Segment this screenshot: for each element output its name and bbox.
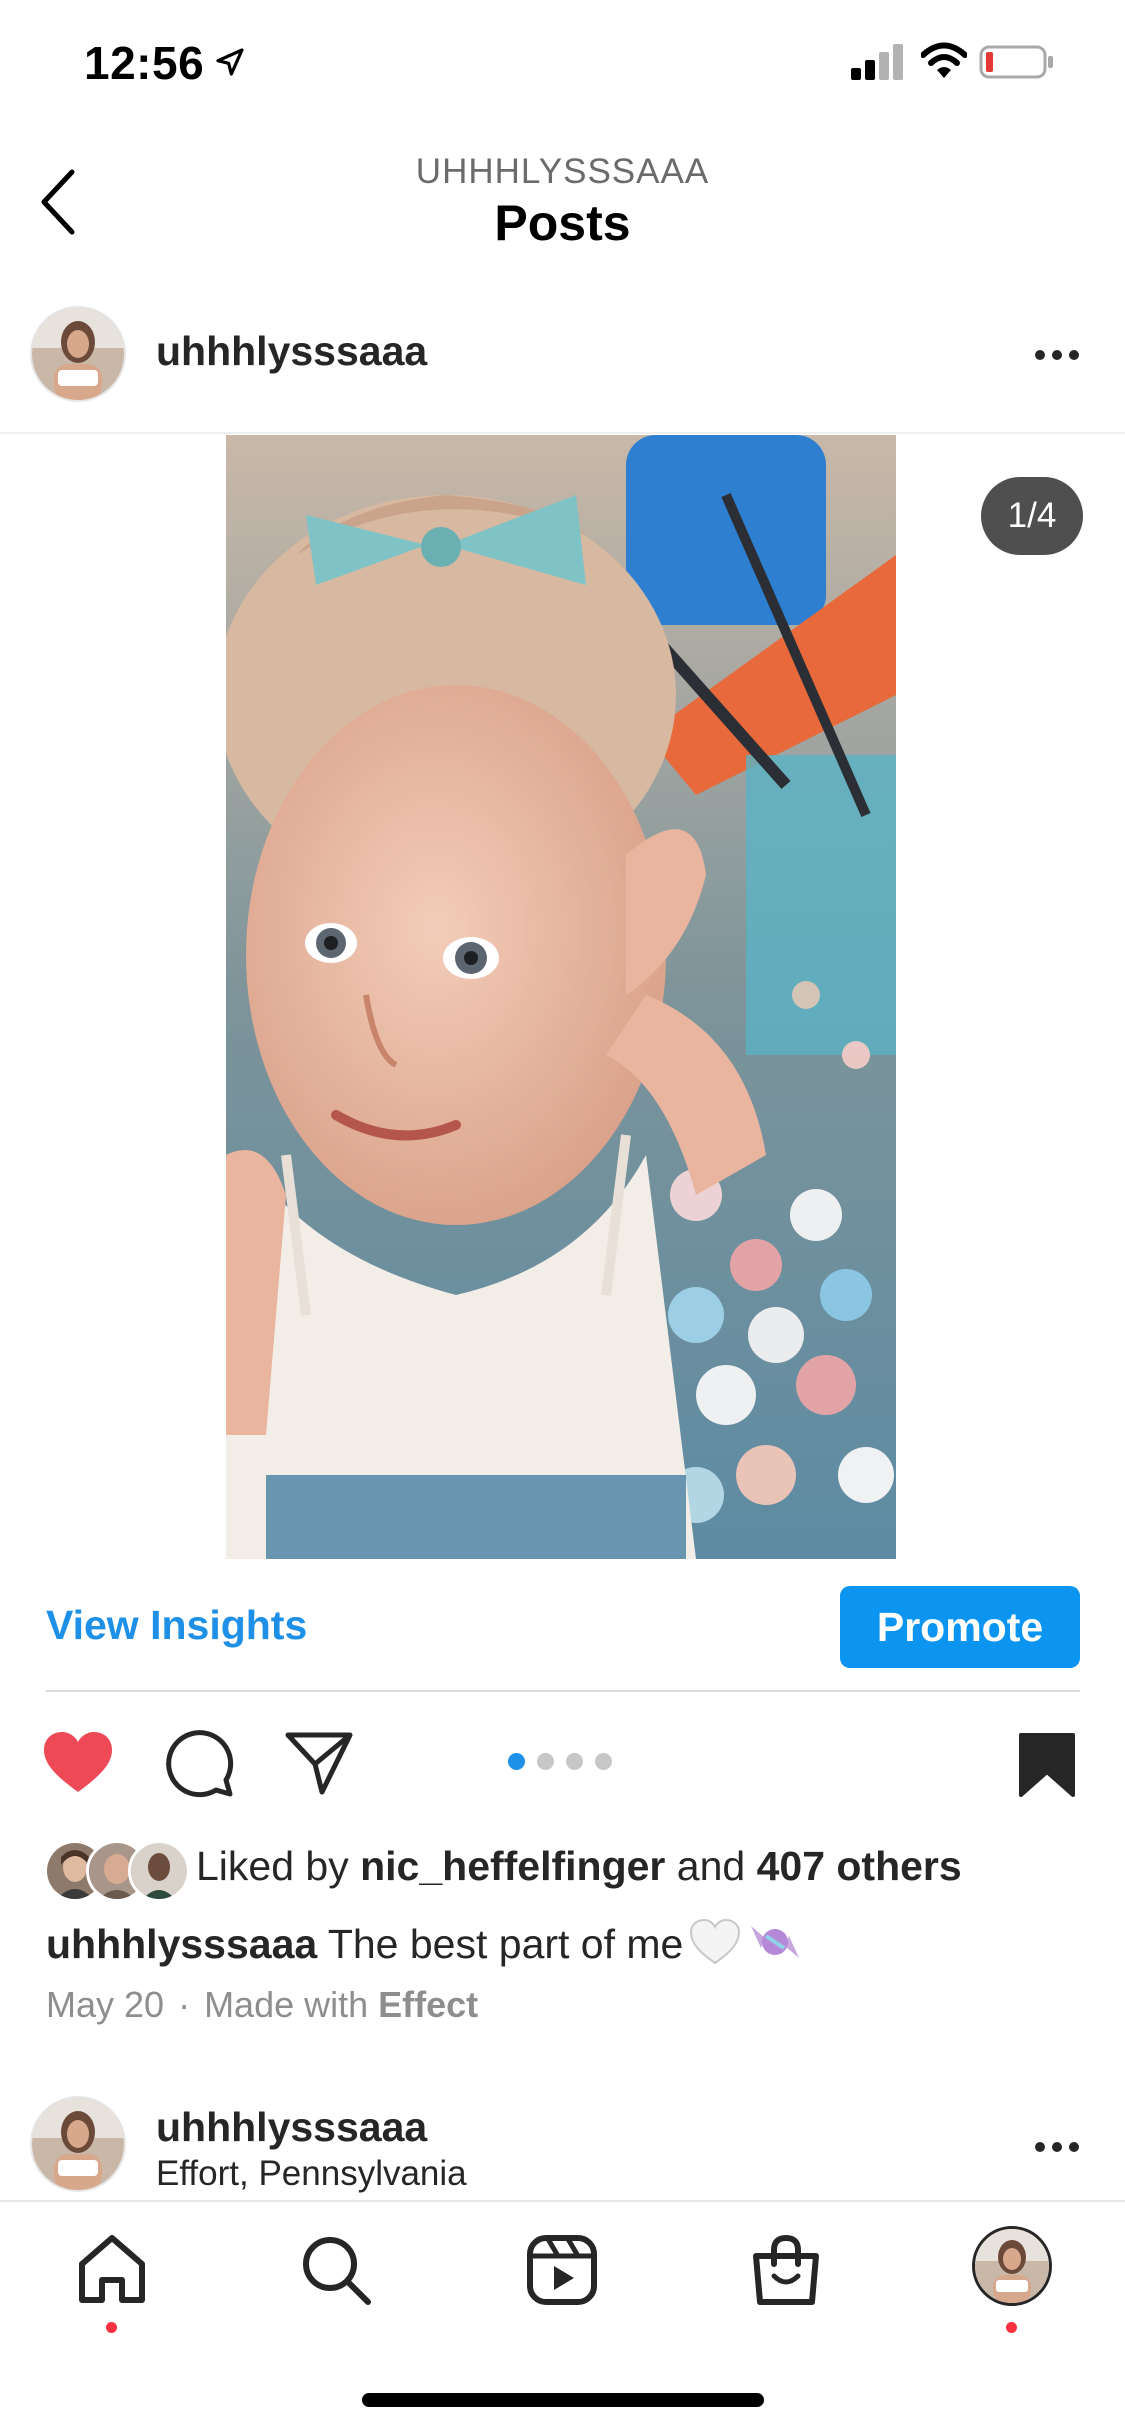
profile-notification-dot: [1006, 2322, 1017, 2333]
divider: [0, 432, 1125, 434]
reels-icon[interactable]: [524, 2232, 600, 2308]
status-time: 12:56: [84, 37, 205, 89]
wifi-icon: [921, 42, 967, 78]
more-horizontal-icon[interactable]: [1032, 2132, 1082, 2162]
location-arrow-icon: [216, 48, 244, 76]
carousel-dot: [537, 1753, 554, 1770]
candy-icon: [751, 1926, 800, 1958]
home-icon[interactable]: [74, 2232, 150, 2308]
likes-others[interactable]: 407 others: [757, 1843, 962, 1889]
search-icon[interactable]: [298, 2232, 374, 2308]
post-caption: uhhhlysssaaa The best part of me: [46, 1918, 803, 1968]
shop-icon[interactable]: [748, 2232, 824, 2308]
likes-connector: and: [665, 1843, 757, 1889]
caption-username[interactable]: uhhhlysssaaa: [46, 1921, 317, 1967]
likes-prefix: Liked by: [196, 1843, 361, 1889]
battery-low-icon: [979, 45, 1053, 79]
post-author-username[interactable]: uhhhlysssaaa: [156, 2104, 427, 2151]
carousel-dot: [508, 1753, 525, 1770]
comment-icon[interactable]: [164, 1728, 234, 1798]
likes-summary: Liked by nic_heffelfinger and 407 others: [196, 1843, 962, 1890]
more-horizontal-icon[interactable]: [1032, 340, 1082, 370]
home-indicator: [362, 2393, 764, 2407]
cellular-signal-icon: [851, 44, 903, 80]
home-notification-dot: [106, 2322, 117, 2333]
post-author-avatar[interactable]: [30, 306, 126, 402]
divider: [0, 2200, 1125, 2202]
made-with-prefix: Made with: [204, 1984, 379, 2025]
bookmark-filled-icon[interactable]: [1018, 1732, 1076, 1798]
caption-text: The best part of me: [317, 1921, 684, 1967]
paper-plane-icon[interactable]: [284, 1730, 354, 1796]
post-meta: May 20 · Made with Effect: [46, 1984, 478, 2026]
carousel-dot: [595, 1753, 612, 1770]
divider: [46, 1690, 1080, 1692]
meta-separator: ·: [178, 1984, 191, 2025]
page-title: Posts: [494, 195, 631, 251]
white-heart-icon: [690, 1918, 741, 1965]
post-date[interactable]: May 20: [46, 1984, 164, 2025]
post-location[interactable]: Effort, Pennsylvania: [156, 2154, 467, 2194]
promote-button[interactable]: Promote: [840, 1586, 1080, 1668]
profile-avatar[interactable]: [972, 2226, 1052, 2306]
post-author-username[interactable]: uhhhlysssaaa: [156, 328, 427, 375]
effect-link[interactable]: Effect: [378, 1984, 478, 2025]
post-image[interactable]: [226, 435, 896, 1559]
image-counter: 1/4: [981, 477, 1083, 555]
post-author-avatar[interactable]: [30, 2096, 126, 2192]
header-username: UHHHLYSSSAAA: [415, 152, 710, 191]
liker-avatar[interactable]: [128, 1840, 190, 1902]
carousel-dot: [566, 1753, 583, 1770]
carousel-dots: [508, 1753, 612, 1773]
liker-username[interactable]: nic_heffelfinger: [360, 1843, 665, 1889]
view-insights-link[interactable]: View Insights: [46, 1602, 307, 1649]
heart-filled-icon[interactable]: [42, 1730, 114, 1796]
